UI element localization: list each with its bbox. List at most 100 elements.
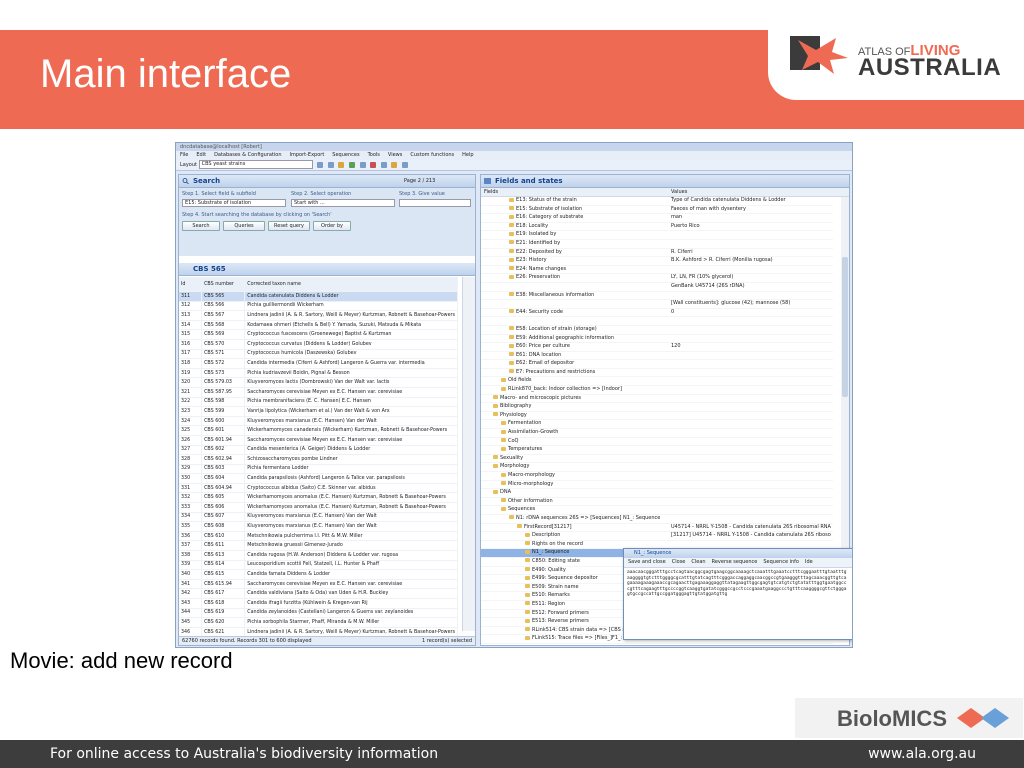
tree-row[interactable]: E38: Miscellaneous information	[481, 292, 833, 301]
tree-row[interactable]: Macro-morphology	[481, 472, 833, 481]
table-row[interactable]: 311 CBS 565 Candida catenulata Diddens & L…	[179, 291, 458, 302]
table-row[interactable]: 320 CBS 579.03 Kluyveromyces lactis (Dombr…	[179, 377, 458, 388]
table-row[interactable]: 314 CBS 568 Kodamaea ohmeri (Etchells & Be…	[179, 320, 458, 331]
menu-item[interactable]: Import-Export	[290, 152, 325, 158]
tree-row[interactable]: E13: Status of the strain Type of Candida…	[481, 197, 833, 206]
menu-item[interactable]: Sequences	[332, 152, 359, 158]
table-row[interactable]: 319 CBS 573 Pichia kudriavzevii Boidin, Pi…	[179, 368, 458, 379]
table-row[interactable]: 312 CBS 566 Pichia guilliermondii Wickerha…	[179, 301, 458, 312]
tree-row[interactable]: E61: DNA location	[481, 352, 833, 361]
tree-row[interactable]: E26: Preservation LY, LN, FR (10% glycero…	[481, 274, 833, 283]
tree-row[interactable]: E16: Category of substrate man	[481, 214, 833, 223]
tree-row[interactable]: N1: rDNA sequences 26S => [Sequences] N1…	[481, 515, 833, 524]
popup-tool-button[interactable]: Clean	[691, 559, 705, 565]
menu-item[interactable]: Help	[462, 152, 473, 158]
table-row[interactable]: 322 CBS 598 Pichia membranifaciens (E. C. …	[179, 397, 458, 408]
table-row[interactable]: 335 CBS 608 Kluyveromyces marxianus (E.C. …	[179, 521, 458, 532]
col-taxon-name[interactable]: Corrected taxon name	[244, 277, 458, 292]
layout-select[interactable]: CBS yeast strains	[198, 160, 313, 169]
table-row[interactable]: 340 CBS 615 Candida famata Diddens & Lodde…	[179, 569, 458, 580]
tree-row[interactable]: FirstRecord[31217] U45714 - NRRL Y-1508 -…	[481, 524, 833, 533]
footer-url[interactable]: www.ala.org.au	[868, 740, 976, 768]
table-row[interactable]: 331 CBS 604.94 Cryptococcus albidus (Saito…	[179, 483, 458, 494]
popup-tool-button[interactable]: Ide	[805, 559, 813, 565]
popup-tool-button[interactable]: Close	[672, 559, 686, 565]
tree-row[interactable]: E58: Location of strain (storage)	[481, 326, 833, 335]
menu-item[interactable]: Databases & Configuration	[214, 152, 281, 158]
sequence-text[interactable]: aaacaacgggatttgcctcagtaacggcgagtgaagcggc…	[624, 568, 852, 600]
tool-icon[interactable]	[370, 161, 377, 168]
tree-row[interactable]: Description [31217] U45714 - NRRL Y-1508 …	[481, 532, 833, 541]
table-row[interactable]: 326 CBS 601.94 Saccharomyces cerevisiae Me…	[179, 435, 458, 446]
table-row[interactable]: 318 CBS 572 Candida intermedia (Ciferri & …	[179, 358, 458, 369]
tool-icon[interactable]	[327, 161, 334, 168]
tree-row[interactable]: E24: Name changes	[481, 266, 833, 275]
table-row[interactable]: 325 CBS 601 Wickerhamomyces canadensis (Wi…	[179, 425, 458, 436]
tree-row[interactable]: E59: Additional geographic information	[481, 335, 833, 344]
scroll-thumb[interactable]	[842, 257, 848, 397]
tool-icon[interactable]	[391, 161, 398, 168]
table-row[interactable]: 333 CBS 606 Wickerhamomyces anomalus (E.C.…	[179, 502, 458, 513]
tree-row[interactable]: Physiology	[481, 412, 833, 421]
tool-icon[interactable]	[380, 161, 387, 168]
table-row[interactable]: 345 CBS 620 Pichia sorbophila Starmer, Pha…	[179, 617, 458, 628]
tree-row[interactable]: CoQ	[481, 438, 833, 447]
tree-row[interactable]: RLink870_back: Indoor collection => [Ind…	[481, 386, 833, 395]
tree-row[interactable]	[481, 317, 833, 326]
tree-row[interactable]: Temperatures	[481, 446, 833, 455]
tree-row[interactable]: Old fields	[481, 377, 833, 387]
tree-row[interactable]: E22: Deposited by R. Ciferri	[481, 249, 833, 258]
table-row[interactable]: 328 CBS 602.94 Schizosaccharomyces pombe L…	[179, 454, 458, 465]
table-row[interactable]: 313 CBS 567 Lindnera jadinii (A. & R. Sart…	[179, 310, 458, 321]
menu-item[interactable]: Edit	[196, 152, 206, 158]
col-id[interactable]: Id	[179, 277, 203, 292]
tree-row[interactable]: E19: Isolated by	[481, 231, 833, 240]
table-row[interactable]: 330 CBS 604 Candida parapsilosis (Ashford)…	[179, 473, 458, 484]
records-scrollbar[interactable]	[462, 277, 475, 631]
table-row[interactable]: 315 CBS 569 Cryptococcus fuscescens (Groen…	[179, 329, 458, 340]
tree-row[interactable]: E60: Price per culture 120	[481, 343, 833, 352]
tree-row[interactable]: E7: Precautions and restrictions	[481, 369, 833, 378]
table-row[interactable]: 316 CBS 570 Cryptococcus curvatus (Diddens…	[179, 339, 458, 350]
table-row[interactable]: 329 CBS 603 Pichia fermentans Lodder	[179, 464, 458, 475]
search-button[interactable]: Search	[182, 221, 220, 231]
tree-row[interactable]: E18: Locality Puerto Rico	[481, 223, 833, 232]
tool-icon[interactable]	[359, 161, 366, 168]
tool-icon[interactable]	[338, 161, 345, 168]
popup-tool-button[interactable]: Save and close	[628, 559, 666, 565]
tree-row[interactable]: Macro- and microscopic pictures	[481, 395, 833, 404]
table-row[interactable]: 337 CBS 611 Metschnikowia gruessii Gimenez…	[179, 540, 458, 552]
field-select[interactable]: E15: Substrate of isolation	[182, 199, 286, 207]
tree-row[interactable]: DNA	[481, 489, 833, 498]
table-row[interactable]: 339 CBS 614 Leucosporidium scottii Fell, S…	[179, 560, 458, 571]
menu-item[interactable]: Tools	[368, 152, 380, 158]
tree-row[interactable]: GenBank U45714 (26S rDNA)	[481, 283, 833, 292]
tree-row[interactable]: Sequences	[481, 506, 833, 515]
table-row[interactable]: 317 CBS 571 Cryptococcus humicola (Daszews…	[179, 349, 458, 360]
operation-select[interactable]: Start with ...	[291, 199, 395, 207]
menu-item[interactable]: Views	[388, 152, 402, 158]
tool-icon[interactable]	[348, 161, 355, 168]
table-row[interactable]: 323 CBS 599 Vanrija lipolytica (Wickerham …	[179, 406, 458, 417]
tree-row[interactable]: E62: Email of depositor	[481, 360, 833, 369]
tree-row[interactable]: Morphology	[481, 463, 833, 472]
order-by-button[interactable]: Order by	[313, 221, 351, 231]
col-cbs-number[interactable]: CBS number	[201, 277, 246, 292]
tool-icon[interactable]	[401, 161, 408, 168]
reset-query-button[interactable]: Reset query	[268, 221, 310, 231]
tree-row[interactable]: Other information	[481, 498, 833, 507]
table-row[interactable]: 334 CBS 607 Kluyveromyces marxianus (E.C. …	[179, 512, 458, 523]
tree-row[interactable]: E15: Substrate of isolation Faeces of man…	[481, 206, 833, 215]
table-row[interactable]: 344 CBS 619 Candida zeylanoides (Castellan…	[179, 608, 458, 619]
tool-icon[interactable]	[317, 161, 324, 168]
tree-row[interactable]: E23: History B.K. Ashford > R. Ciferri (M…	[481, 257, 833, 266]
menu-item[interactable]: Custom functions	[410, 152, 454, 158]
tree-row[interactable]: Sexuality	[481, 455, 833, 464]
popup-tool-button[interactable]: Sequence info	[763, 559, 799, 565]
tree-row[interactable]: E44: Security code 0	[481, 309, 833, 318]
tree-row[interactable]: Fermentation	[481, 420, 833, 430]
menu-item[interactable]: File	[180, 152, 188, 158]
table-row[interactable]: 327 CBS 602 Candida mesenterica (A. Geiger…	[179, 445, 458, 456]
popup-tool-button[interactable]: Reverse sequence	[712, 559, 758, 565]
table-row[interactable]: 324 CBS 600 Kluyveromyces marxianus (E.C. …	[179, 416, 458, 427]
